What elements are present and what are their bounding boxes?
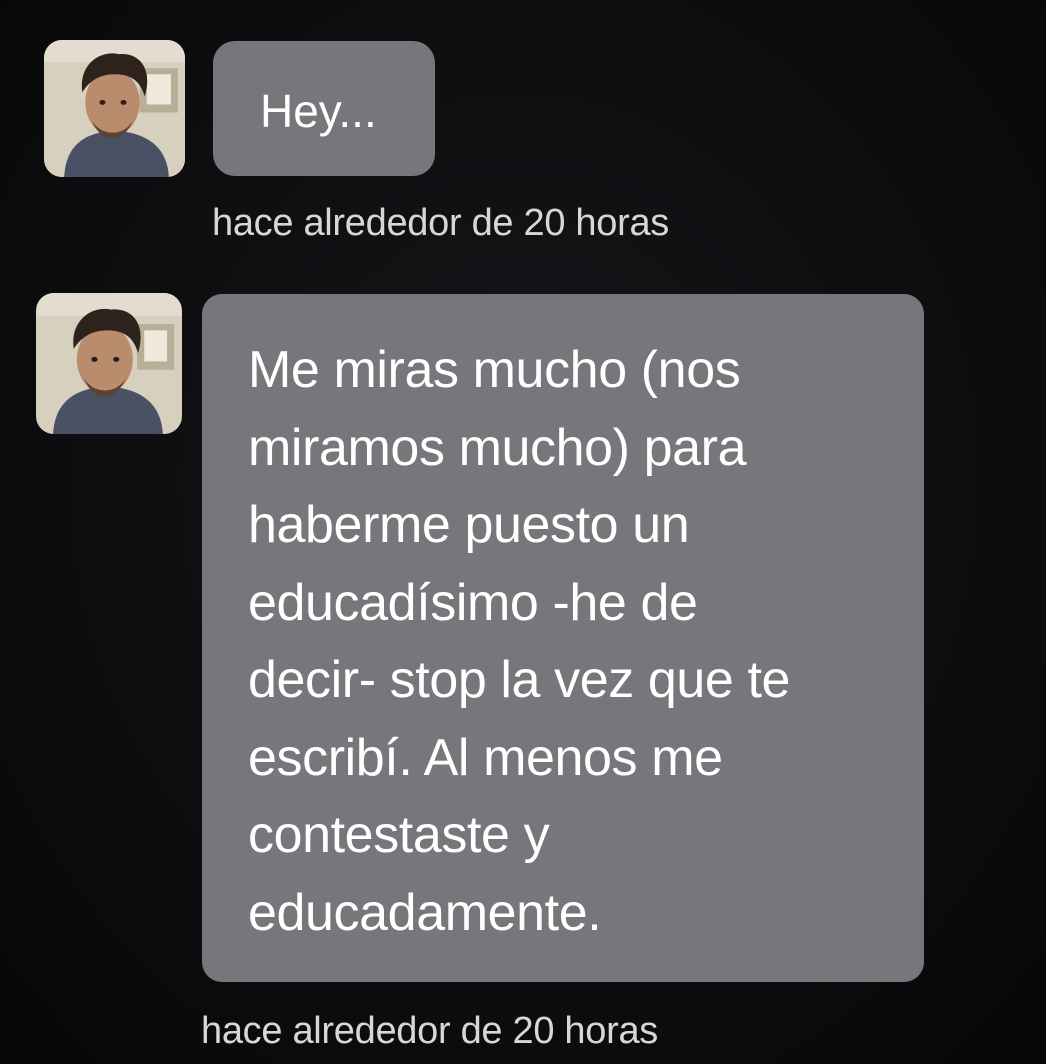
message-timestamp: hace alrededor de 20 horas (201, 1010, 658, 1052)
avatar-image (44, 40, 185, 177)
message-bubble[interactable]: Me miras mucho (nos miramos mucho) para … (202, 294, 924, 982)
chat-screen: Hey... hace alrededor de 20 horas Me mir… (0, 0, 1046, 1064)
message-text: Me miras mucho (nos miramos mucho) para … (248, 341, 791, 942)
person-avatar-icon[interactable] (44, 40, 185, 177)
message-bubble[interactable]: Hey... (213, 41, 435, 176)
message-text: Hey... (260, 85, 377, 137)
avatar-image (36, 293, 182, 434)
message-timestamp: hace alrededor de 20 horas (212, 202, 669, 244)
person-avatar-icon[interactable] (36, 293, 182, 434)
